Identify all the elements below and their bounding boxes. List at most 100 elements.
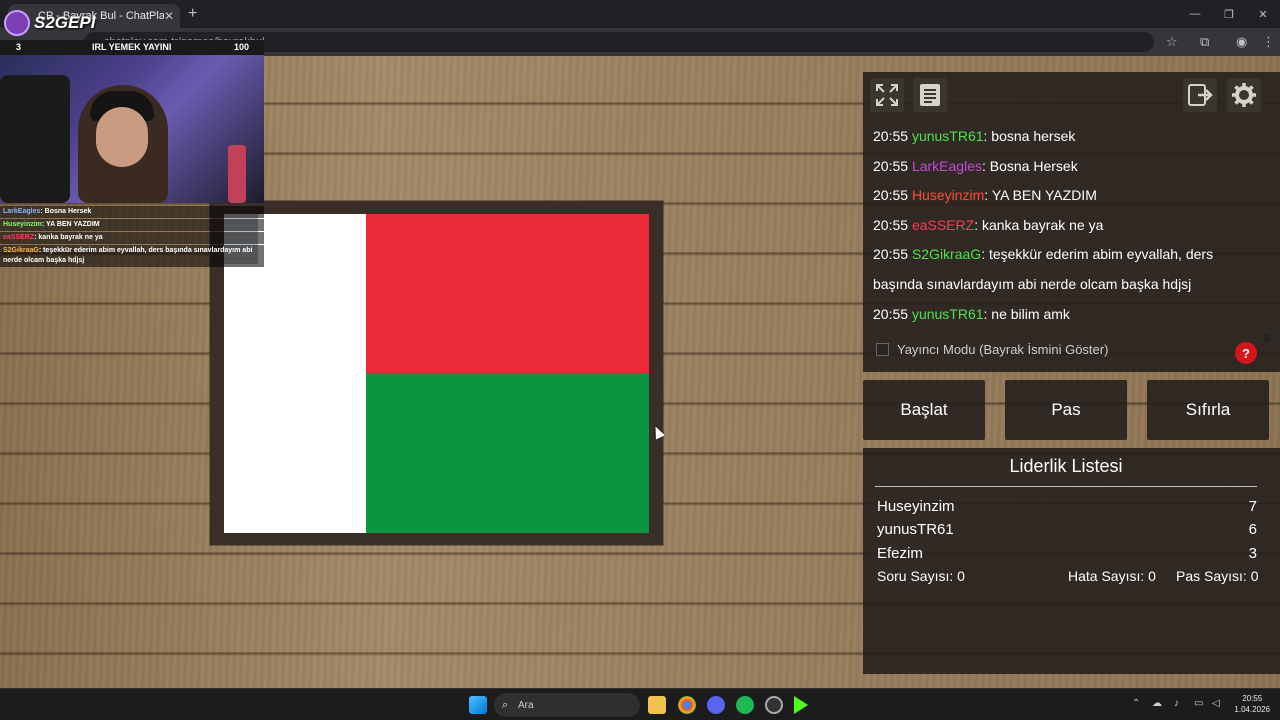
- leaderboard-name: yunusTR61: [877, 521, 954, 538]
- steam-icon[interactable]: [765, 696, 783, 714]
- leaderboard-score: 3: [1248, 545, 1257, 562]
- close-window-button[interactable]: ✕: [1246, 0, 1280, 28]
- overlay-chat-user: Huseyinzim: [3, 221, 42, 228]
- list-icon[interactable]: [913, 78, 947, 112]
- microphone-icon[interactable]: ♪: [1174, 698, 1179, 709]
- chat-user: eaSSERZ: [911, 216, 975, 233]
- leaderboard-row: Efezim 3: [877, 545, 1257, 562]
- chat-time: 20:55: [873, 216, 909, 233]
- new-tab-button[interactable]: +: [188, 5, 197, 23]
- tray-chevron-icon[interactable]: ⌃: [1132, 698, 1140, 709]
- chat-message: 20:55 yunusTR61: ne bilim amk: [873, 300, 1259, 328]
- overlay-chat-text: : teşekkür ederim abim eyvallah, ders ba…: [3, 247, 253, 264]
- question-count: Soru Sayısı: 0: [877, 568, 965, 584]
- gear-icon[interactable]: [1227, 78, 1261, 112]
- chat-log[interactable]: 20:55 yunusTR61: bosna hersek 20:55 Lark…: [863, 120, 1269, 328]
- stream-title: IRL YEMEK YAYINI: [92, 42, 172, 52]
- file-explorer-icon[interactable]: [648, 696, 666, 714]
- browser-tab-bar: ÇP - Bayrak Bul - ChatPlay ✕ + — ❐ ✕: [0, 0, 1280, 28]
- leaderboard-title: Liderlik Listesi: [1009, 456, 1123, 476]
- leaderboard: Liderlik Listesi Huseyinzim 7 yunusTR61 …: [863, 448, 1280, 674]
- leaderboard-score: 6: [1248, 521, 1257, 538]
- chat-text: : YA BEN YAZDIM: [984, 187, 1097, 204]
- chat-scrollbar[interactable]: [1264, 334, 1270, 342]
- bookmark-star-icon[interactable]: ☆: [1166, 34, 1178, 50]
- viewer-count: 3: [16, 42, 22, 52]
- chat-panel: 20:55 yunusTR61: bosna hersek 20:55 Lark…: [863, 72, 1280, 372]
- chat-message: 20:55 yunusTR61: bosna hersek: [873, 122, 1259, 152]
- volume-icon[interactable]: ◁: [1212, 698, 1220, 709]
- clock-time: 20:55: [1242, 694, 1263, 703]
- pass-button[interactable]: Pas: [1005, 380, 1127, 440]
- start-button[interactable]: Başlat: [863, 380, 985, 440]
- streamer-face: [96, 107, 148, 167]
- stream-logo: S2GEPI: [4, 6, 114, 40]
- chat-user: Huseyinzim: [911, 187, 985, 204]
- discord-icon[interactable]: [707, 696, 725, 714]
- chat-message: 20:55 eaSSERZ: kanka bayrak ne ya: [873, 211, 1259, 241]
- chat-message: 20:55 LarkEagles: Bosna Hersek: [873, 152, 1259, 182]
- flag-board: [210, 201, 663, 545]
- network-icon[interactable]: ☁: [1152, 698, 1162, 709]
- search-icon: ⌕: [502, 699, 509, 711]
- leaderboard-divider: [875, 486, 1257, 487]
- chat-time: 20:55: [873, 157, 909, 174]
- stream-info-strip: 3 IRL YEMEK YAYINI 100: [0, 40, 264, 55]
- chat-text: : Bosna Hersek: [981, 157, 1078, 174]
- close-tab-icon[interactable]: ✕: [164, 9, 174, 23]
- chat-user: S2GikraaG: [911, 246, 982, 263]
- minimize-button[interactable]: —: [1178, 0, 1212, 28]
- reset-button[interactable]: Sıfırla: [1147, 380, 1269, 440]
- chat-user: yunusTR61: [911, 128, 984, 144]
- windows-taskbar: ⌕ Ara ⌃ ☁ ♪ ▭ ◁ 20:55 1.04.2026: [0, 688, 1280, 720]
- help-button[interactable]: ?: [1235, 342, 1257, 364]
- leaderboard-name: Efezim: [877, 545, 923, 562]
- display-icon[interactable]: ▭: [1194, 698, 1203, 709]
- chat-time: 20:55: [873, 187, 909, 204]
- flag-green-band: [366, 373, 649, 533]
- spotify-icon[interactable]: [736, 696, 754, 714]
- chat-text: : kanka bayrak ne ya: [974, 216, 1104, 233]
- microphone: [228, 145, 246, 203]
- leaderboard-score: 7: [1248, 498, 1257, 515]
- start-menu-icon[interactable]: [469, 696, 487, 714]
- chat-user: yunusTR61: [911, 305, 984, 322]
- pass-count: Pas Sayısı: 0: [1176, 568, 1259, 584]
- webcam-feed: [0, 55, 264, 203]
- overlay-chat-text: : kanka bayrak ne ya: [34, 234, 103, 241]
- leaderboard-name: Huseyinzim: [877, 498, 955, 515]
- overlay-chat-row: LarkEagles: Bosna Hersek: [0, 206, 264, 218]
- overlay-chat-text: : YA BEN YAZDIM: [41, 221, 100, 228]
- search-placeholder: Ara: [518, 699, 534, 711]
- logo-text: S2GEPI: [34, 13, 96, 32]
- restore-button[interactable]: ❐: [1212, 0, 1246, 28]
- overlay-chat-row: S2GikraaG: teşekkür ederim abim eyvallah…: [0, 245, 264, 267]
- streamer-mode-checkbox[interactable]: [876, 343, 889, 356]
- chat-message: 20:55 Huseyinzim: YA BEN YAZDIM: [873, 181, 1259, 211]
- menu-kebab-icon[interactable]: ⋮: [1262, 34, 1275, 50]
- overlay-chat-user: LarkEagles: [3, 208, 41, 215]
- error-count: Hata Sayısı: 0: [1068, 568, 1156, 584]
- streamer-mode-toggle[interactable]: Yayıncı Modu (Bayrak İsmini Göster): [876, 342, 1108, 357]
- flag-image: [224, 214, 649, 533]
- chat-time: 20:55: [873, 128, 909, 144]
- chat-user: LarkEagles: [911, 157, 982, 174]
- overlay-chat-user: S2GikraaG: [3, 247, 39, 254]
- overlay-chat-row: Huseyinzim: YA BEN YAZDIM: [0, 219, 264, 231]
- chat-text: : bosna hersek: [983, 128, 1076, 144]
- chat-message: 20:55 S2GikraaG: teşekkür ederim abim ey…: [873, 240, 1259, 299]
- streamer-mode-label: Yayıncı Modu (Bayrak İsmini Göster): [897, 342, 1109, 357]
- gaming-chair: [0, 75, 70, 203]
- leaderboard-row: yunusTR61 6: [877, 521, 1257, 538]
- logout-icon[interactable]: [1183, 78, 1217, 112]
- taskbar-search[interactable]: ⌕ Ara: [494, 693, 640, 717]
- chrome-icon[interactable]: [678, 696, 696, 714]
- fullscreen-icon[interactable]: [870, 78, 904, 112]
- extensions-icon[interactable]: ⧉: [1200, 34, 1209, 50]
- profile-avatar-icon[interactable]: ◉: [1236, 34, 1247, 50]
- kick-icon[interactable]: [794, 696, 808, 714]
- chat-time: 20:55: [873, 246, 909, 263]
- stream-score: 100: [234, 42, 250, 52]
- taskbar-clock[interactable]: 20:55 1.04.2026: [1234, 693, 1270, 715]
- flag-red-band: [366, 214, 649, 373]
